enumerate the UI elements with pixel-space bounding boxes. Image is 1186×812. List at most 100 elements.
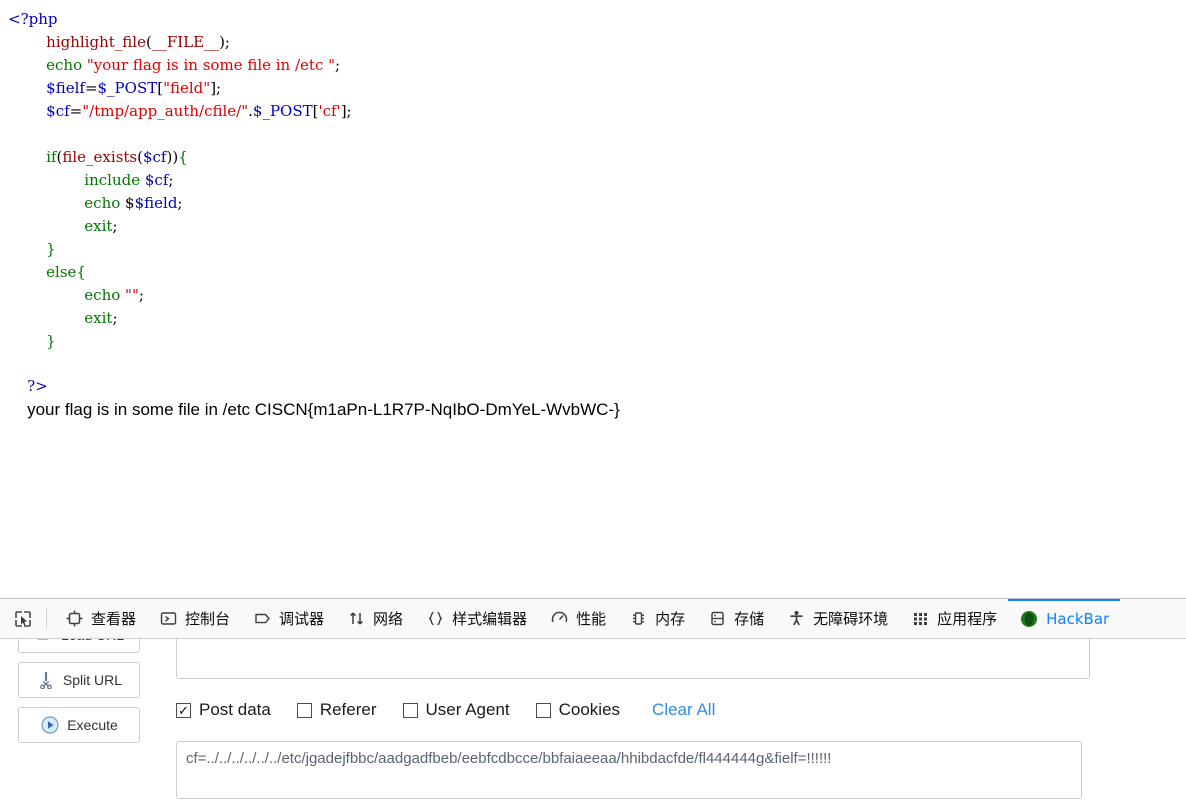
checkbox-checked-icon[interactable]: ✓: [176, 702, 191, 718]
tab-performance-label: 性能: [576, 610, 607, 628]
code-token: "/tmp/app_auth/cfile/": [82, 102, 249, 120]
split-url-button[interactable]: Split URL: [18, 662, 140, 698]
checkbox-post-data[interactable]: ✓ Post data: [176, 700, 271, 720]
hackbar-options-row: ✓ Post data Referer User Agent Cookies Clear …: [176, 697, 1186, 723]
hackbar-button-column: Load URL Split URL: [18, 639, 142, 752]
post-data-input[interactable]: cf=../../../../../../etc/jgadejfbbc/aadg…: [176, 741, 1082, 799]
tab-storage-label: 存储: [734, 610, 765, 628]
checkbox-user-agent-label: User Agent: [425, 700, 510, 719]
code-token: __FILE__: [151, 33, 220, 51]
tab-inspector[interactable]: 查看器: [53, 599, 147, 638]
code-line: echo "your flag is in some file in /etc …: [8, 54, 1186, 77]
code-token: highlight_file: [46, 33, 146, 51]
console-icon: [158, 609, 178, 629]
tab-console[interactable]: 控制台: [147, 599, 241, 638]
load-url-button[interactable]: Load URL: [18, 639, 140, 653]
code-token: $fielf: [46, 79, 85, 97]
code-line: $fielf=$_POST["field"];: [8, 77, 1186, 100]
code-line: <?php: [8, 8, 1186, 31]
checkbox-unchecked-icon[interactable]: [402, 702, 418, 718]
tab-memory[interactable]: 内存: [617, 599, 696, 638]
checkbox-unchecked-icon[interactable]: [535, 702, 551, 718]
performance-gauge-icon: [549, 609, 569, 629]
tab-debugger[interactable]: 调试器: [241, 599, 335, 638]
network-arrows-icon: [346, 609, 366, 629]
code-token: }: [46, 332, 56, 350]
play-icon: [40, 715, 60, 735]
debugger-icon: [252, 609, 272, 629]
tab-accessibility[interactable]: 无障碍环境: [775, 599, 899, 638]
code-token: }: [46, 240, 56, 258]
application-grid-icon: [910, 609, 930, 629]
code-token: if: [46, 148, 57, 166]
code-token: ;: [346, 102, 352, 120]
load-url-icon: [34, 639, 54, 645]
code-line: highlight_file(__FILE__);: [8, 31, 1186, 54]
code-token: ;: [168, 171, 174, 189]
tab-performance[interactable]: 性能: [538, 599, 617, 638]
tab-application[interactable]: 应用程序: [899, 599, 1008, 638]
code-token: $: [125, 194, 135, 212]
hackbar-fields: http://124.71.201.176:22070/ ✓ Post data R…: [176, 639, 1186, 799]
code-line: exit;: [8, 215, 1186, 238]
code-line: else{: [8, 261, 1186, 284]
flag-output-text: your flag is in some file in /etc CISCN{…: [27, 400, 620, 419]
tab-console-label: 控制台: [185, 610, 231, 628]
checkbox-unchecked-icon[interactable]: [296, 702, 312, 718]
code-token: {: [178, 148, 188, 166]
hackbar-circle-icon: [1019, 609, 1039, 629]
code-token: echo: [84, 286, 126, 304]
code-line: }: [8, 238, 1186, 261]
code-token: ;: [112, 217, 118, 235]
code-token: ;: [112, 309, 118, 327]
code-token: echo: [46, 56, 87, 74]
code-token: echo: [84, 194, 126, 212]
tab-application-label: 应用程序: [937, 610, 998, 628]
devtools-toolbar: 查看器 控制台 调试器 网络 样式编辑器 性能 内存 存储 无障碍环境 应用程序 HackBar: [0, 599, 1186, 639]
code-token: $cf: [144, 171, 169, 189]
memory-chip-icon: [628, 609, 648, 629]
checkbox-post-data-label: Post data: [199, 700, 271, 719]
code-token: else: [46, 263, 77, 281]
url-input[interactable]: http://124.71.201.176:22070/: [176, 639, 1090, 679]
code-token: "field": [163, 79, 211, 97]
code-token: exit: [84, 217, 113, 235]
code-line: }: [8, 330, 1186, 353]
inspector-icon: [64, 609, 84, 629]
storage-database-icon: [707, 609, 727, 629]
code-token: $_POST: [252, 102, 313, 120]
code-token: ;: [224, 33, 230, 51]
scissors-icon: [36, 670, 56, 690]
code-token: )): [166, 148, 179, 166]
checkbox-referer[interactable]: Referer: [296, 700, 377, 720]
load-url-label: Load URL: [61, 639, 124, 643]
code-token: ;: [216, 79, 222, 97]
code-line: exit;: [8, 307, 1186, 330]
code-token: ;: [177, 194, 183, 212]
tab-style-editor-label: 样式编辑器: [452, 610, 528, 628]
php-close-tag: ?>: [27, 377, 48, 395]
clear-all-link[interactable]: Clear All: [652, 700, 715, 720]
tab-network[interactable]: 网络: [335, 599, 414, 638]
execute-button[interactable]: Execute: [18, 707, 140, 743]
tab-debugger-label: 调试器: [279, 610, 325, 628]
code-token: "": [125, 286, 139, 304]
tab-hackbar-label: HackBar: [1046, 609, 1110, 628]
tab-storage[interactable]: 存储: [696, 599, 775, 638]
page-root: <?php highlight_file(__FILE__); echo "yo…: [0, 0, 1186, 812]
code-token: {: [76, 263, 86, 281]
code-token: =: [84, 79, 98, 97]
php-echo-output-line: ?> your flag is in some file in /etc CIS…: [8, 352, 620, 445]
code-token: $field: [134, 194, 178, 212]
code-token: =: [69, 102, 83, 120]
php-code-block: <?php highlight_file(__FILE__); echo "yo…: [8, 8, 1186, 353]
checkbox-user-agent[interactable]: User Agent: [402, 700, 510, 720]
code-line: if(file_exists($cf)){: [8, 146, 1186, 169]
checkbox-cookies[interactable]: Cookies: [535, 700, 620, 720]
element-picker-icon[interactable]: [6, 604, 40, 634]
tab-inspector-label: 查看器: [91, 610, 137, 628]
code-token: $cf: [46, 102, 70, 120]
tab-hackbar[interactable]: HackBar: [1008, 599, 1121, 638]
code-line: include $cf;: [8, 169, 1186, 192]
tab-style-editor[interactable]: 样式编辑器: [414, 599, 538, 638]
